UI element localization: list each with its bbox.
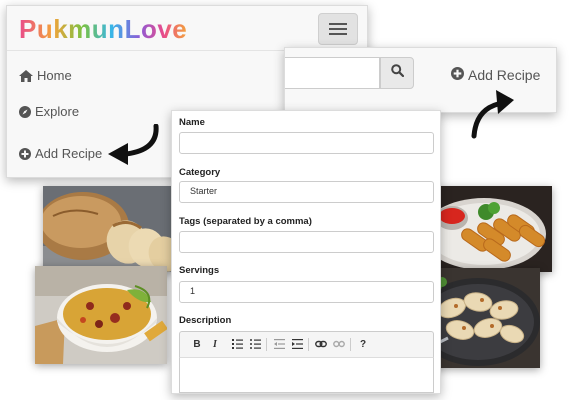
link-icon[interactable]	[314, 337, 328, 351]
brand-logo[interactable]: PukmunLove	[19, 14, 187, 45]
search-input[interactable]	[285, 57, 380, 89]
indent-icon[interactable]	[290, 337, 304, 351]
servings-label: Servings	[179, 265, 220, 276]
nav-item-add-recipe[interactable]: Add Recipe	[19, 146, 102, 161]
tags-label: Tags (separated by a comma)	[179, 216, 312, 227]
description-editor[interactable]	[179, 357, 434, 393]
editor-toolbar: B I ?	[179, 331, 434, 357]
nav-item-label: Home	[37, 68, 72, 83]
name-input[interactable]	[179, 132, 434, 154]
bold-button[interactable]: B	[190, 337, 204, 351]
plus-circle-icon	[19, 147, 31, 160]
unlink-icon[interactable]	[332, 337, 346, 351]
curved-arrow-icon	[471, 90, 514, 139]
nav-item-explore[interactable]: Explore	[19, 104, 79, 119]
category-label: Category	[179, 167, 221, 178]
bullet-list-icon[interactable]	[248, 337, 262, 351]
nav-item-home[interactable]: Home	[19, 68, 72, 83]
nav-item-label: Explore	[35, 104, 80, 119]
bread-photo	[43, 186, 175, 272]
add-recipe-label: Add Recipe	[468, 67, 541, 83]
add-recipe-form: Name Category Starter Tags (separated by…	[171, 110, 441, 394]
outdent-icon[interactable]	[272, 337, 286, 351]
fried-starters-photo	[422, 186, 552, 272]
search-icon	[390, 64, 404, 82]
add-recipe-link[interactable]: Add Recipe	[451, 67, 540, 83]
hamburger-menu-button[interactable]	[318, 13, 358, 45]
plus-circle-icon	[451, 67, 464, 83]
italic-button[interactable]: I	[208, 337, 222, 351]
help-button[interactable]: ?	[356, 337, 370, 351]
description-label: Description	[179, 315, 232, 326]
search-button[interactable]	[380, 57, 414, 89]
numbered-list-icon[interactable]	[230, 337, 244, 351]
home-icon	[19, 69, 33, 82]
toolbar-divider	[308, 338, 309, 351]
tags-input[interactable]	[179, 231, 434, 253]
curved-arrow-icon	[108, 124, 159, 165]
toolbar-divider	[266, 338, 267, 351]
rice-bowl-photo	[35, 266, 167, 364]
nav-item-label: Add Recipe	[35, 146, 103, 161]
category-select[interactable]: Starter	[179, 181, 434, 203]
compass-icon	[19, 105, 31, 118]
toolbar-divider	[350, 338, 351, 351]
name-label: Name	[179, 117, 205, 128]
servings-input[interactable]: 1	[179, 281, 434, 303]
